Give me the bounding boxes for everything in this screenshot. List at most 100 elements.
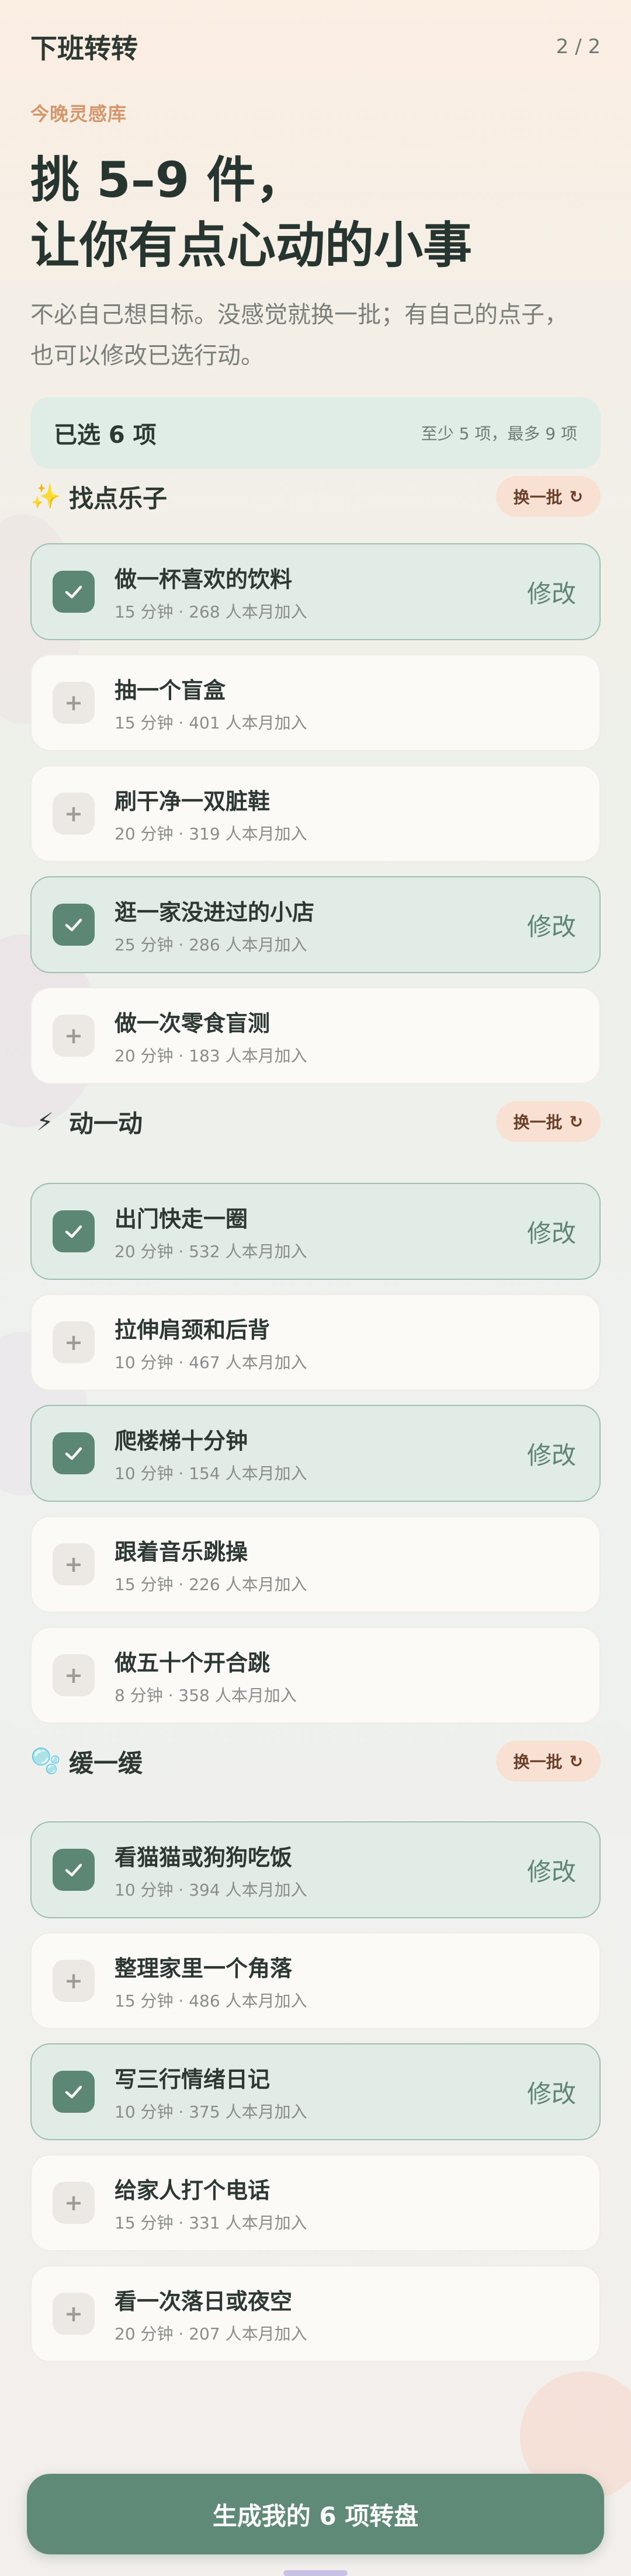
section-title: 缓一缓 <box>69 1748 143 1777</box>
generate-wheel-button[interactable]: 生成我的 6 项转盘 <box>27 2474 604 2554</box>
bubbles-icon: 🫧 <box>30 1747 61 1775</box>
edit-button[interactable]: 修改 <box>527 1436 576 1471</box>
activity-info: 逛一家没进过的小店 25 分钟 · 286 人本月加入 <box>115 894 527 956</box>
plus-icon[interactable]: + <box>53 1321 95 1363</box>
activity-card[interactable]: + 跟着音乐跳操 15 分钟 · 226 人本月加入 <box>30 1516 601 1613</box>
checkmark-icon[interactable] <box>53 571 95 613</box>
activity-card[interactable]: + 给家人打个电话 15 分钟 · 331 人本月加入 <box>30 2154 601 2251</box>
activity-meta: 15 分钟 · 268 人本月加入 <box>115 602 307 622</box>
plus-icon[interactable]: + <box>53 1015 95 1057</box>
activity-title: 给家人打个电话 <box>115 2177 271 2203</box>
activity-title: 看一次落日或夜空 <box>115 2288 293 2314</box>
activity-info: 给家人打个电话 15 分钟 · 331 人本月加入 <box>115 2172 576 2234</box>
activity-meta: 15 分钟 · 226 人本月加入 <box>115 1574 307 1594</box>
plus-icon[interactable]: + <box>53 1543 95 1585</box>
activity-info: 看一次落日或夜空 20 分钟 · 207 人本月加入 <box>115 2283 576 2345</box>
checkmark-icon[interactable] <box>53 1432 95 1474</box>
activity-title: 整理家里一个角落 <box>115 1955 293 1981</box>
activity-card[interactable]: 写三行情绪日记 10 分钟 · 375 人本月加入 修改 <box>30 2043 601 2140</box>
swap-batch-button[interactable]: 换一批 ↻ <box>495 476 601 517</box>
activity-card[interactable]: + 拉伸肩颈和后背 10 分钟 · 467 人本月加入 <box>30 1294 601 1391</box>
swap-batch-button[interactable]: 换一批 ↻ <box>495 1741 601 1782</box>
activity-info: 抽一个盲盒 15 分钟 · 401 人本月加入 <box>115 672 576 734</box>
refresh-icon: ↻ <box>569 487 583 506</box>
activity-meta: 20 分钟 · 183 人本月加入 <box>115 1046 307 1065</box>
plus-icon[interactable]: + <box>53 682 95 724</box>
section-title-group: ✨ 找点乐子 <box>30 479 167 515</box>
activity-info: 整理家里一个角落 15 分钟 · 486 人本月加入 <box>115 1950 576 2012</box>
plus-icon[interactable]: + <box>53 793 95 835</box>
eyebrow-label: 今晚灵感库 <box>30 103 127 125</box>
section-header: ⚡ 动一动 换一批 ↻ <box>30 1098 601 1145</box>
checkmark-icon[interactable] <box>53 1849 95 1891</box>
activity-meta: 10 分钟 · 154 人本月加入 <box>115 1463 307 1483</box>
activity-card[interactable]: 出门快走一圈 20 分钟 · 532 人本月加入 修改 <box>30 1183 601 1280</box>
edit-button[interactable]: 修改 <box>527 574 576 610</box>
activity-info: 拉伸肩颈和后背 10 分钟 · 467 人本月加入 <box>115 1312 576 1373</box>
activity-card[interactable]: + 整理家里一个角落 15 分钟 · 486 人本月加入 <box>30 1932 601 2029</box>
home-indicator <box>283 2570 348 2576</box>
headline-line-1: 挑 5–9 件， <box>30 151 305 209</box>
activity-card[interactable]: 逛一家没进过的小店 25 分钟 · 286 人本月加入 修改 <box>30 876 601 973</box>
plus-icon[interactable]: + <box>53 2293 95 2335</box>
checkmark-icon[interactable] <box>53 904 95 946</box>
edit-button[interactable]: 修改 <box>527 1214 576 1249</box>
edit-button[interactable]: 修改 <box>527 2074 576 2110</box>
edit-button[interactable]: 修改 <box>527 1852 576 1888</box>
checkmark-icon[interactable] <box>53 2071 95 2113</box>
selected-summary: 已选 6 项 至少 5 项，最多 9 项 <box>30 397 601 468</box>
checkmark-icon[interactable] <box>53 1210 95 1252</box>
activity-title: 写三行情绪日记 <box>115 2066 271 2092</box>
plus-icon[interactable]: + <box>53 1960 95 2002</box>
activity-title: 做一杯喜欢的饮料 <box>115 566 293 592</box>
plus-icon[interactable]: + <box>53 1654 95 1696</box>
swap-batch-label: 换一批 <box>513 1113 563 1132</box>
refresh-icon: ↻ <box>569 1112 583 1131</box>
activity-card[interactable]: 看猫猫或狗狗吃饭 10 分钟 · 394 人本月加入 修改 <box>30 1821 601 1918</box>
swap-batch-label: 换一批 <box>513 488 563 507</box>
refresh-icon: ↻ <box>569 1751 583 1771</box>
headline-line-2: 让你有点心动的小事 <box>30 217 473 274</box>
activity-card[interactable]: + 做一次零食盲测 20 分钟 · 183 人本月加入 <box>30 987 601 1084</box>
plus-icon[interactable]: + <box>53 2182 95 2224</box>
activity-meta: 25 分钟 · 286 人本月加入 <box>115 935 307 954</box>
activity-card[interactable]: 爬楼梯十分钟 10 分钟 · 154 人本月加入 修改 <box>30 1405 601 1502</box>
activity-meta: 20 分钟 · 319 人本月加入 <box>115 824 307 843</box>
sparkles-icon: ✨ <box>30 482 61 511</box>
activity-title: 抽一个盲盒 <box>115 677 226 703</box>
hero: 今晚灵感库 挑 5–9 件， 让你有点心动的小事 不必自己想目标。没感觉就换一批… <box>30 99 601 376</box>
activity-title: 拉伸肩颈和后背 <box>115 1317 271 1343</box>
activity-info: 做五十个开合跳 8 分钟 · 358 人本月加入 <box>115 1645 576 1706</box>
activity-meta: 20 分钟 · 532 人本月加入 <box>115 1241 307 1261</box>
activity-info: 出门快走一圈 20 分钟 · 532 人本月加入 <box>115 1201 527 1262</box>
subtitle: 不必自己想目标。没感觉就换一批；有自己的点子， 也可以修改已选行动。 <box>30 294 601 376</box>
section-title: 动一动 <box>69 1109 143 1138</box>
section-title-group: 🫧 缓一缓 <box>30 1744 143 1779</box>
subtitle-line-1: 不必自己想目标。没感觉就换一批；有自己的点子， <box>30 301 568 328</box>
activity-meta: 20 分钟 · 207 人本月加入 <box>115 2324 307 2344</box>
activity-card[interactable]: + 刷干净一双脏鞋 20 分钟 · 319 人本月加入 <box>30 765 601 862</box>
activity-meta: 10 分钟 · 467 人本月加入 <box>115 1352 307 1372</box>
activity-info: 刷干净一双脏鞋 20 分钟 · 319 人本月加入 <box>115 783 576 845</box>
activity-title: 做一次零食盲测 <box>115 1010 271 1036</box>
activity-meta: 15 分钟 · 486 人本月加入 <box>115 1991 307 2011</box>
lightning-icon: ⚡ <box>36 1107 54 1136</box>
activity-title: 爬楼梯十分钟 <box>115 1428 248 1454</box>
activity-title: 跟着音乐跳操 <box>115 1539 248 1565</box>
activity-card[interactable]: + 抽一个盲盒 15 分钟 · 401 人本月加入 <box>30 654 601 751</box>
activity-meta: 10 分钟 · 394 人本月加入 <box>115 1880 307 1900</box>
activity-card[interactable]: + 看一次落日或夜空 20 分钟 · 207 人本月加入 <box>30 2265 601 2362</box>
swap-batch-button[interactable]: 换一批 ↻ <box>495 1101 601 1142</box>
section-header: 🫧 缓一缓 换一批 ↻ <box>30 1738 601 1785</box>
app-title: 下班转转 <box>30 33 138 64</box>
edit-button[interactable]: 修改 <box>527 907 576 943</box>
activity-info: 爬楼梯十分钟 10 分钟 · 154 人本月加入 <box>115 1423 527 1484</box>
section-header: ✨ 找点乐子 换一批 ↻ <box>30 473 601 520</box>
activity-title: 刷干净一双脏鞋 <box>115 788 271 814</box>
activity-card[interactable]: + 做五十个开合跳 8 分钟 · 358 人本月加入 <box>30 1627 601 1724</box>
activity-title: 做五十个开合跳 <box>115 1650 271 1676</box>
activity-card[interactable]: 做一杯喜欢的饮料 15 分钟 · 268 人本月加入 修改 <box>30 543 601 640</box>
page-title: 挑 5–9 件， 让你有点心动的小事 <box>30 147 601 278</box>
section-title: 找点乐子 <box>69 484 168 513</box>
swap-batch-label: 换一批 <box>513 1752 563 1772</box>
